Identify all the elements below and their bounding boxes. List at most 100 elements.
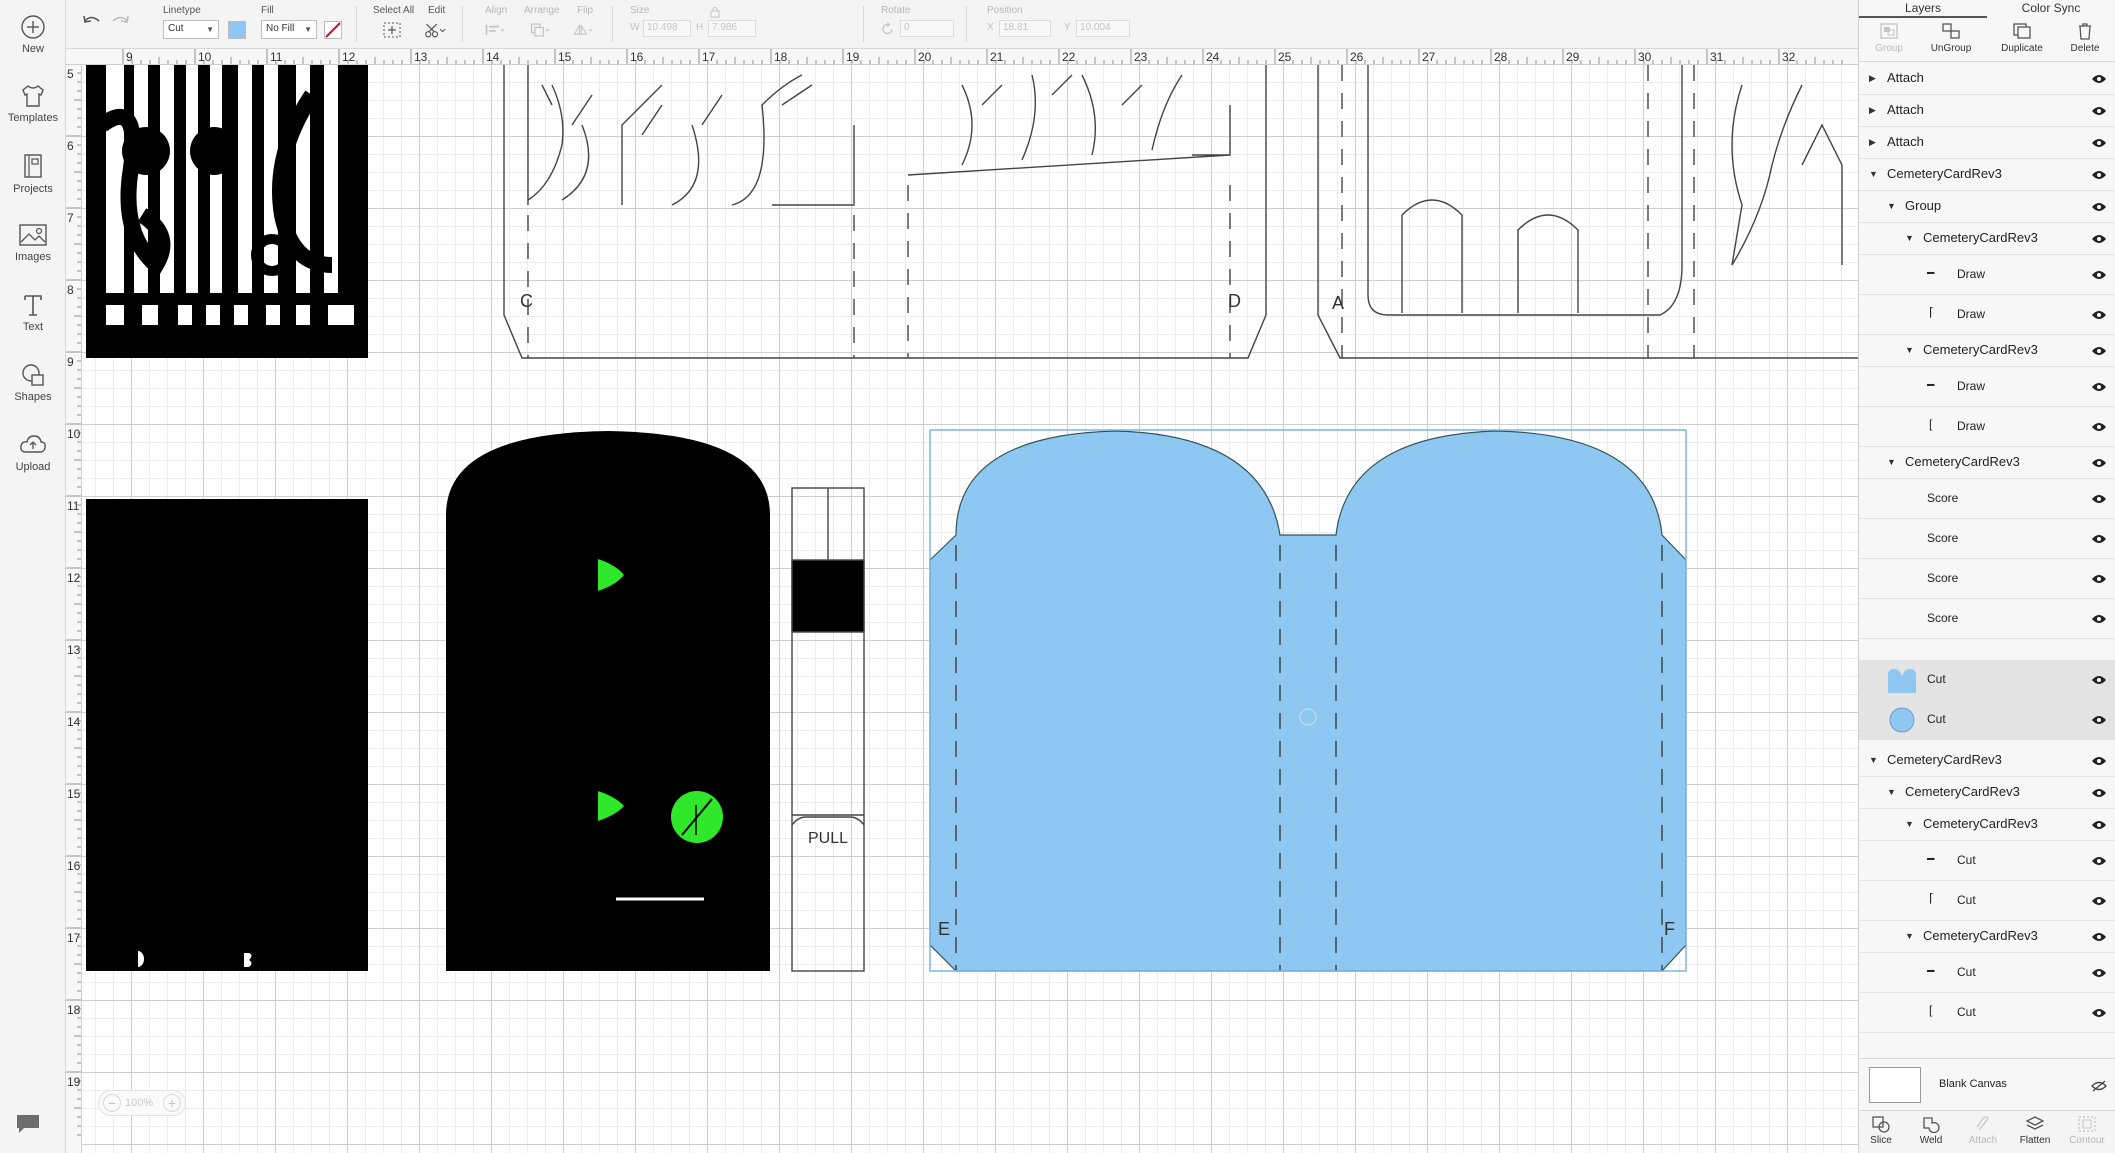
collapse-caret-icon[interactable]: ▼ (1905, 931, 1914, 941)
linetype-color-swatch[interactable] (228, 21, 246, 39)
weld-button[interactable]: Weld (1909, 1115, 1953, 1146)
zoom-out-button[interactable]: − (103, 1094, 121, 1112)
x-field[interactable]: 18.81 (999, 20, 1051, 37)
flip-icon[interactable] (572, 20, 594, 40)
linetype-select[interactable]: Cut ▼ (163, 20, 219, 39)
collapse-caret-icon[interactable]: ▼ (1887, 787, 1896, 797)
layer-row-draw[interactable]: ⌈ Draw (1859, 295, 2115, 335)
layer-row-group[interactable]: ▼ CemeteryCardRev3 (1859, 745, 2115, 777)
layer-row-group[interactable]: ▼ CemeteryCardRev3 (1859, 447, 2115, 479)
eye-icon[interactable] (2091, 310, 2107, 320)
eye-icon[interactable] (2091, 968, 2107, 978)
eye-icon[interactable] (2091, 234, 2107, 244)
eye-icon[interactable] (2091, 715, 2107, 725)
width-field[interactable]: 10.498 (643, 20, 691, 37)
layer-row-group[interactable]: ▼ CemeteryCardRev3 (1859, 223, 2115, 255)
contour-button[interactable]: Contour (2065, 1115, 2109, 1146)
collapse-caret-icon[interactable]: ▼ (1869, 169, 1878, 179)
eye-icon[interactable] (2091, 1008, 2107, 1018)
layer-row-draw[interactable]: ━ Draw (1859, 367, 2115, 407)
blank-canvas-swatch[interactable] (1869, 1067, 1921, 1103)
layer-row-attach[interactable]: ▶ Attach (1859, 95, 2115, 127)
layer-row-group[interactable]: ▼ CemeteryCardRev3 (1859, 335, 2115, 367)
eye-icon[interactable] (2091, 202, 2107, 212)
eye-icon[interactable] (2091, 74, 2107, 84)
arched-door-shape[interactable] (446, 431, 770, 971)
eye-icon[interactable] (2091, 856, 2107, 866)
layer-row-attach[interactable]: ▶ Attach (1859, 127, 2115, 159)
layer-row-cut-selected[interactable]: Cut (1859, 660, 2115, 700)
layer-row-group[interactable]: ▼ CemeteryCardRev3 (1859, 809, 2115, 841)
chat-bubble-icon[interactable] (14, 1112, 42, 1136)
layer-row-cut[interactable]: ⌈ Cut (1859, 881, 2115, 921)
undo-icon[interactable] (80, 12, 102, 30)
collapse-caret-icon[interactable]: ▼ (1869, 755, 1878, 765)
layer-row-attach[interactable]: ▶ Attach (1859, 63, 2115, 95)
expand-caret-icon[interactable]: ▶ (1869, 137, 1876, 148)
eye-icon[interactable] (2091, 675, 2107, 685)
ungroup-button[interactable]: UnGroup (1921, 22, 1981, 54)
group-button[interactable]: Group (1859, 22, 1919, 54)
sidebar-item-new[interactable]: New (0, 14, 66, 74)
eye-icon[interactable] (2091, 896, 2107, 906)
attach-button[interactable]: Attach (1961, 1115, 2005, 1146)
collapse-caret-icon[interactable]: ▼ (1905, 233, 1914, 243)
collapse-caret-icon[interactable]: ▼ (1905, 345, 1914, 355)
zoom-in-button[interactable]: + (163, 1094, 181, 1112)
sidebar-item-upload[interactable]: Upload (0, 432, 66, 492)
sidebar-item-projects[interactable]: Projects (0, 152, 66, 212)
rotate-field[interactable]: 0 (900, 20, 954, 37)
layer-row-score[interactable]: Score (1859, 559, 2115, 599)
select-all-icon[interactable] (381, 20, 403, 40)
selected-blue-card-shape[interactable] (929, 429, 1687, 972)
no-fill-swatch-icon[interactable] (324, 21, 342, 39)
lock-icon[interactable] (710, 6, 720, 18)
eye-icon[interactable] (2091, 270, 2107, 280)
layer-row-cut[interactable]: ━ Cut (1859, 841, 2115, 881)
tombstone-card-panel[interactable] (1317, 65, 1858, 359)
layer-row-cut-selected[interactable]: Cut (1859, 700, 2115, 740)
slice-button[interactable]: Slice (1859, 1115, 1903, 1146)
gate-shape[interactable] (86, 65, 368, 358)
delete-button[interactable]: Delete (2055, 22, 2115, 54)
eye-hidden-icon[interactable] (2091, 1080, 2107, 1092)
eye-icon[interactable] (2091, 756, 2107, 766)
eye-icon[interactable] (2091, 382, 2107, 392)
collapse-caret-icon[interactable]: ▼ (1905, 819, 1914, 829)
layer-row-cut[interactable]: ━ Cut (1859, 953, 2115, 993)
layer-row-draw[interactable]: [ Draw (1859, 407, 2115, 447)
tree-card-panel[interactable] (503, 65, 1267, 359)
sidebar-item-text[interactable]: Text (0, 292, 66, 352)
eye-icon[interactable] (2091, 458, 2107, 468)
sidebar-item-templates[interactable]: Templates (0, 83, 66, 143)
collapse-caret-icon[interactable]: ▼ (1887, 201, 1896, 211)
tab-layers[interactable]: Layers (1859, 0, 1987, 18)
arrange-icon[interactable] (529, 20, 551, 40)
layer-row-cut[interactable]: [ Cut (1859, 993, 2115, 1033)
eye-icon[interactable] (2091, 820, 2107, 830)
expand-caret-icon[interactable]: ▶ (1869, 73, 1876, 84)
layer-row-group[interactable]: ▼ Group (1859, 191, 2115, 223)
eye-icon[interactable] (2091, 138, 2107, 148)
design-canvas[interactable]: C D A PULL E F − 100% + (82, 65, 1858, 1153)
eye-icon[interactable] (2091, 574, 2107, 584)
scissors-edit-icon[interactable] (424, 20, 446, 40)
eye-icon[interactable] (2091, 106, 2107, 116)
black-rectangle-shape[interactable] (86, 499, 368, 971)
eye-icon[interactable] (2091, 170, 2107, 180)
height-field[interactable]: 7.986 (708, 20, 756, 37)
fill-select[interactable]: No Fill ▼ (261, 20, 317, 39)
eye-icon[interactable] (2091, 534, 2107, 544)
layer-row-group[interactable]: ▼ CemeteryCardRev3 (1859, 159, 2115, 191)
eye-icon[interactable] (2091, 788, 2107, 798)
eye-icon[interactable] (2091, 346, 2107, 356)
eye-icon[interactable] (2091, 494, 2107, 504)
layer-row-group[interactable]: ▼ CemeteryCardRev3 (1859, 777, 2115, 809)
layer-row-score[interactable]: Score (1859, 599, 2115, 639)
sidebar-item-images[interactable]: Images (0, 222, 66, 282)
layer-row-score[interactable]: Score (1859, 479, 2115, 519)
eye-icon[interactable] (2091, 422, 2107, 432)
sidebar-item-shapes[interactable]: Shapes (0, 362, 66, 422)
tab-color-sync[interactable]: Color Sync (1987, 0, 2115, 18)
blank-canvas-row[interactable]: Blank Canvas (1859, 1058, 2115, 1110)
